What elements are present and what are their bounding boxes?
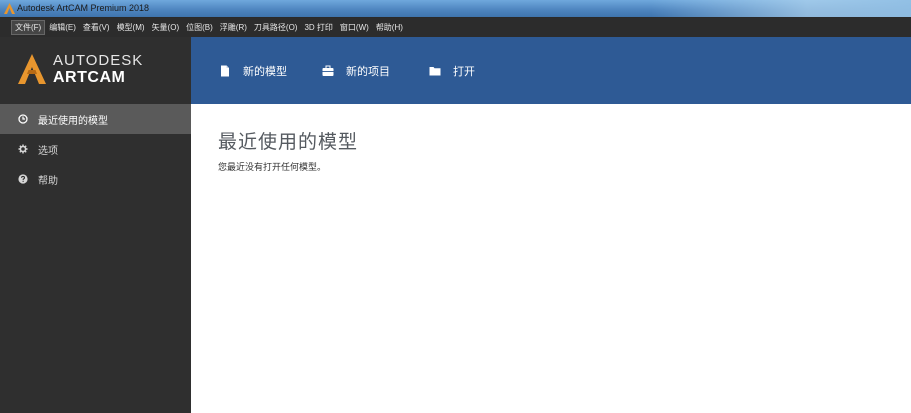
sidebar-nav: 最近使用的模型 选项 帮助	[0, 104, 191, 194]
new-project-label: 新的项目	[346, 65, 390, 78]
briefcase-icon	[322, 65, 334, 76]
artcam-app-icon	[4, 3, 15, 14]
sidebar-item-recent-models[interactable]: 最近使用的模型	[0, 104, 191, 134]
empty-recent-message: 您最近没有打开任何模型。	[218, 163, 327, 173]
sidebar-item-label: 选项	[38, 145, 58, 157]
sidebar-item-options[interactable]: 选项	[0, 134, 191, 164]
menu-window[interactable]: 窗口(W)	[337, 20, 372, 35]
title-bar: Autodesk ArtCAM Premium 2018	[0, 0, 911, 18]
new-model-label: 新的模型	[243, 65, 287, 78]
start-header: 新的模型 新的项目 打开	[191, 37, 911, 104]
logo: AUTODESK ARTCAM	[0, 37, 191, 104]
menu-help[interactable]: 帮助(H)	[373, 20, 406, 35]
menu-view[interactable]: 查看(V)	[80, 20, 113, 35]
sidebar-item-label: 最近使用的模型	[38, 115, 108, 127]
help-icon	[18, 174, 28, 184]
main-content: 最近使用的模型 您最近没有打开任何模型。	[191, 104, 911, 413]
menu-model[interactable]: 模型(M)	[114, 20, 148, 35]
sidebar: AUTODESK ARTCAM 最近使用的模型 选项 帮助	[0, 37, 191, 413]
sidebar-item-help[interactable]: 帮助	[0, 164, 191, 194]
open-button[interactable]: 打开	[429, 61, 475, 81]
menu-3d-print[interactable]: 3D 打印	[301, 20, 335, 35]
menu-edit[interactable]: 编辑(E)	[46, 20, 79, 35]
menu-bar: 文件(F) 编辑(E) 查看(V) 模型(M) 矢量(O) 位图(B) 浮雕(R…	[0, 18, 911, 37]
menu-file[interactable]: 文件(F)	[11, 20, 46, 35]
document-icon	[221, 65, 229, 77]
new-model-button[interactable]: 新的模型	[219, 61, 287, 81]
new-project-button[interactable]: 新的项目	[322, 61, 390, 81]
open-label: 打开	[453, 65, 475, 78]
window-title: Autodesk ArtCAM Premium 2018	[17, 3, 150, 13]
artcam-logo-mark	[18, 54, 46, 84]
clock-icon	[18, 114, 28, 124]
menu-vector[interactable]: 矢量(O)	[149, 20, 183, 35]
sidebar-item-label: 帮助	[38, 175, 58, 187]
logo-product: ARTCAM	[53, 69, 126, 86]
folder-icon	[429, 67, 441, 76]
title-bar-glass	[651, 0, 911, 17]
page-title: 最近使用的模型	[218, 131, 359, 153]
menu-toolpaths[interactable]: 刀具路径(O)	[251, 20, 301, 35]
menu-bitmap[interactable]: 位图(B)	[183, 20, 216, 35]
menu-relief[interactable]: 浮雕(R)	[217, 20, 250, 35]
logo-brand: AUTODESK	[53, 52, 144, 69]
gear-icon	[18, 144, 28, 154]
